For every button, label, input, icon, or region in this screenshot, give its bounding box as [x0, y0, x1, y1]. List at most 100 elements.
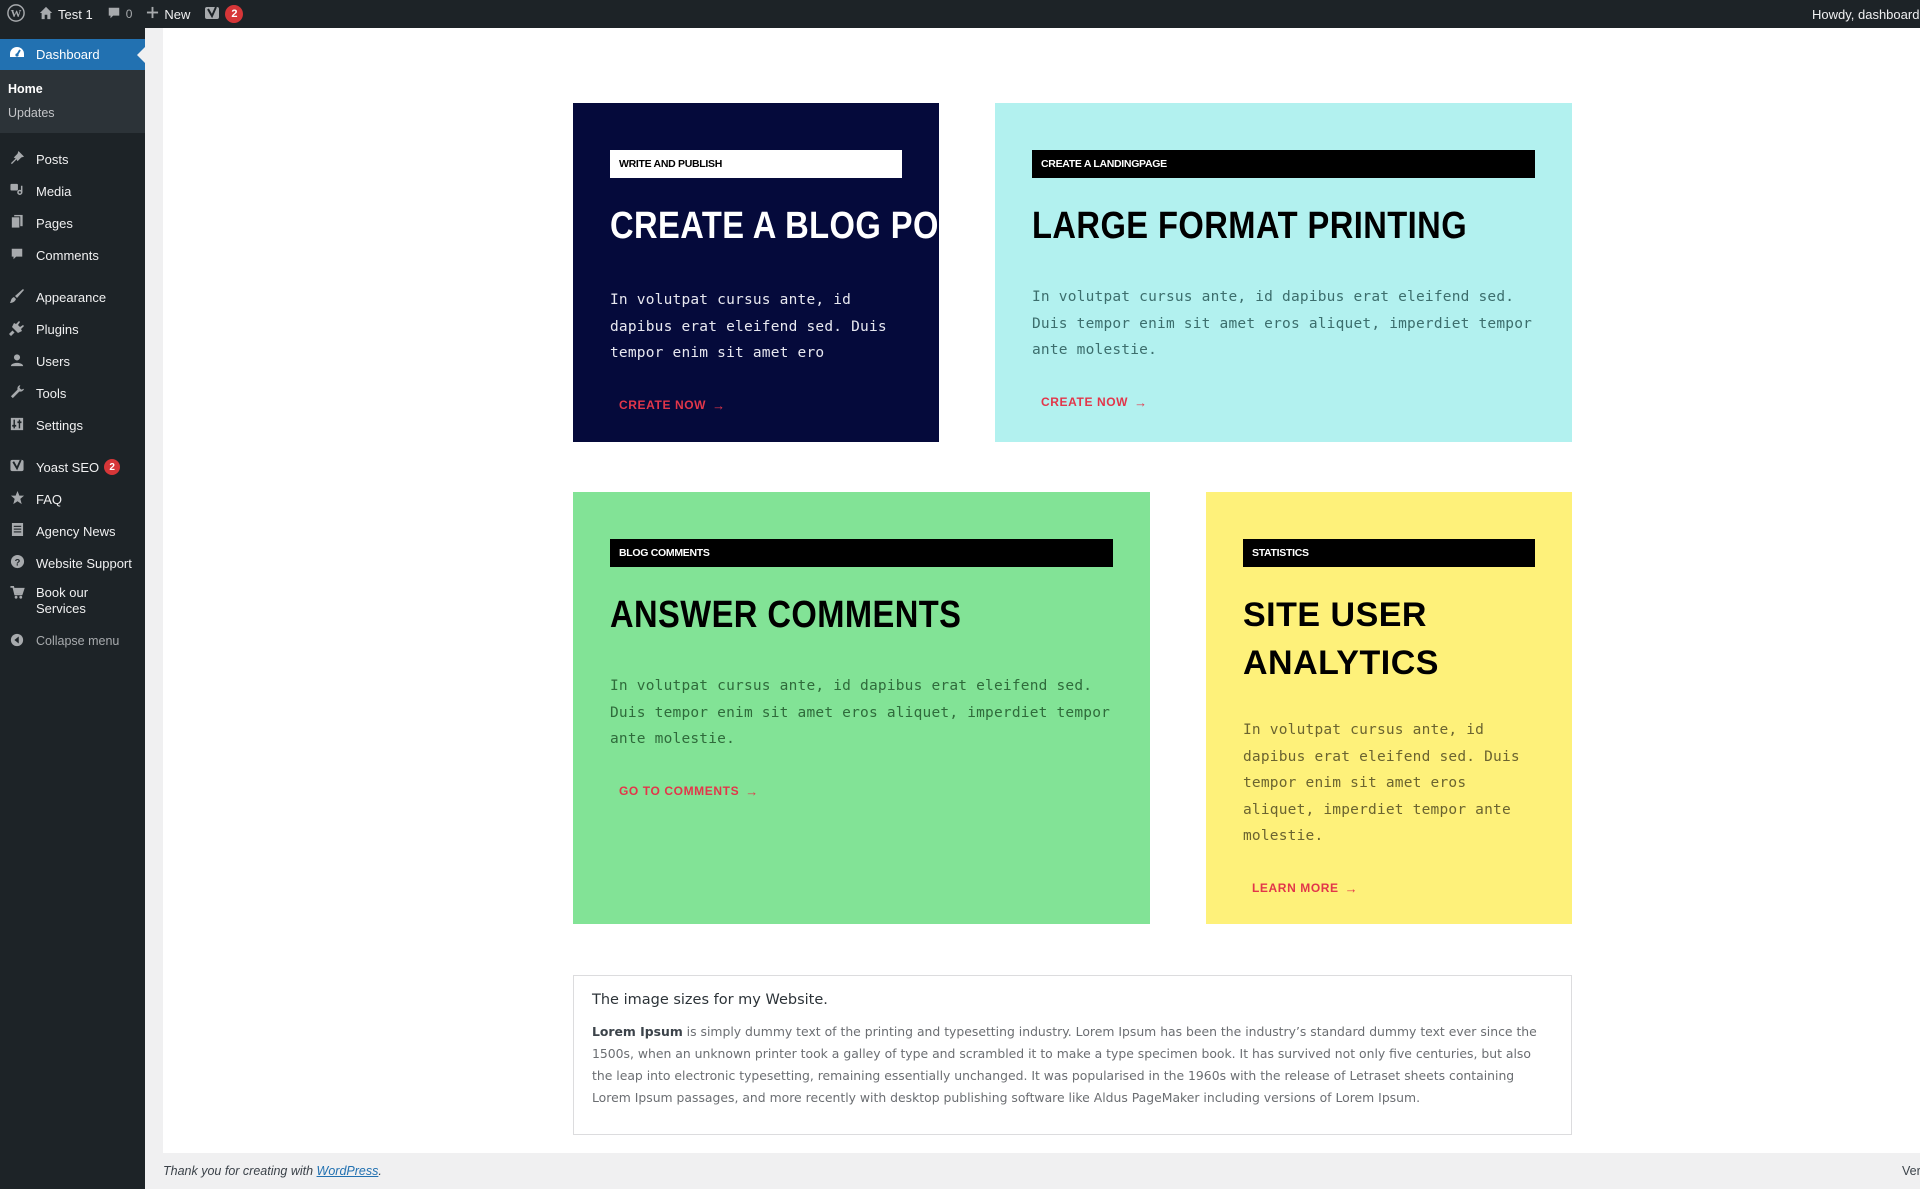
sidebar-item-users[interactable]: Users	[0, 345, 145, 377]
card-description: In volutpat cursus ante, id dapibus erat…	[1243, 722, 1520, 844]
arrow-right-icon: →	[712, 397, 726, 413]
sidebar-item-yoast-seo[interactable]: Yoast SEO 2	[0, 451, 145, 483]
sidebar-item-label: Appearance	[36, 289, 107, 305]
sidebar-item-label: Website Support	[36, 555, 132, 571]
sidebar-item-label: Settings	[36, 417, 83, 433]
sidebar-item-faq[interactable]: FAQ	[0, 483, 145, 515]
sidebar-item-media[interactable]: Media	[0, 175, 145, 207]
pushpin-icon	[8, 150, 26, 168]
settings-icon	[8, 417, 26, 434]
admin-bar: W Test 1 0 New 2 Howdy, dashboard	[0, 0, 1920, 28]
svg-text:W: W	[11, 8, 22, 20]
sidebar-item-agency-news[interactable]: Agency News	[0, 515, 145, 547]
info-box-text: is simply dummy text of the printing and…	[592, 1024, 1537, 1105]
arrow-right-icon: →	[1344, 880, 1359, 896]
site-name: Test 1	[58, 6, 93, 22]
site-name-menu[interactable]: Test 1	[32, 0, 100, 28]
comment-icon	[8, 247, 26, 264]
dashboard-submenu: Home Updates	[0, 70, 145, 133]
card-description: In volutpat cursus ante, id dapibus erat…	[1032, 289, 1533, 358]
sidebar-item-label: FAQ	[36, 491, 63, 507]
cta-label: Go to comments	[619, 784, 740, 798]
yoast-notification-badge: 2	[104, 459, 121, 475]
cta-label: Create now	[1041, 395, 1129, 409]
plus-icon	[146, 6, 159, 22]
footer-thanks-suffix: .	[378, 1164, 382, 1178]
comments-count: 0	[125, 7, 133, 21]
arrow-right-icon: →	[745, 783, 759, 799]
wordpress-logo-icon: W	[7, 3, 25, 25]
arrow-right-icon: →	[1134, 394, 1148, 410]
wp-logo-menu[interactable]: W	[0, 0, 32, 28]
footer-version: Ver	[1902, 1164, 1920, 1178]
sidebar-item-label: Media	[36, 183, 72, 199]
card-description: In volutpat cursus ante, id dapibus erat…	[610, 292, 887, 361]
sidebar-item-dashboard[interactable]: Dashboard	[0, 39, 145, 70]
sidebar-item-website-support[interactable]: ? Website Support	[0, 547, 145, 579]
content-gutter	[145, 28, 163, 1153]
howdy-text: Howdy, dashboard	[1812, 6, 1920, 22]
card-category-label: Statistics	[1243, 539, 1535, 567]
admin-sidebar: Dashboard Home Updates Posts Media Pages…	[0, 28, 145, 1189]
media-icon	[8, 182, 26, 200]
pages-icon	[8, 214, 26, 232]
dashboard-icon	[8, 45, 26, 64]
sidebar-item-appearance[interactable]: Appearance	[0, 281, 145, 313]
home-icon	[39, 6, 53, 23]
yoast-icon	[204, 5, 220, 24]
plugin-icon	[8, 320, 26, 339]
collapse-icon	[8, 633, 26, 650]
yoast-icon	[8, 458, 26, 476]
collapse-menu-label: Collapse menu	[36, 634, 120, 648]
card-title: Large Format Printing	[1032, 205, 1468, 247]
card-create-blog-post: Write and publish Create a Blog Post In …	[573, 103, 982, 442]
info-box-body: Lorem Ipsum is simply dummy text of the …	[592, 1021, 1553, 1109]
card-category-label: Create a Landingpage	[1032, 150, 1535, 178]
comments-menu[interactable]: 0	[100, 0, 140, 28]
card-title: Create a Blog Post	[610, 205, 982, 247]
yoast-notification-badge: 2	[225, 5, 244, 23]
collapse-menu-button[interactable]: Collapse menu	[0, 625, 145, 657]
svg-text:?: ?	[14, 557, 20, 567]
sidebar-item-book-our-services[interactable]: Book our Services	[0, 579, 145, 625]
sidebar-item-settings[interactable]: Settings	[0, 409, 145, 441]
card-title: Site User Analytics	[1243, 596, 1439, 682]
sidebar-item-plugins[interactable]: Plugins	[0, 313, 145, 345]
info-box-title: The image sizes for my Website.	[592, 992, 828, 1008]
cart-icon	[8, 585, 26, 603]
card-site-user-analytics: Statistics Site User Analytics In volutp…	[1206, 492, 1572, 924]
newspaper-icon	[8, 522, 26, 540]
image-sizes-info-box: The image sizes for my Website. Lorem Ip…	[573, 975, 1572, 1135]
create-landingpage-link[interactable]: Create now →	[1041, 395, 1148, 410]
learn-more-link[interactable]: Learn more →	[1252, 881, 1358, 896]
yoast-menu[interactable]: 2	[197, 0, 250, 28]
cta-label: Create now	[619, 398, 707, 412]
wrench-icon	[8, 384, 26, 402]
sidebar-item-tools[interactable]: Tools	[0, 377, 145, 409]
sidebar-item-comments[interactable]: Comments	[0, 239, 145, 271]
card-category-label: Blog comments	[610, 539, 1113, 567]
sidebar-item-label: Agency News	[36, 523, 116, 539]
sidebar-item-posts[interactable]: Posts	[0, 143, 145, 175]
admin-footer: Thank you for creating with WordPress. V…	[163, 1153, 1920, 1189]
new-label: New	[164, 6, 191, 22]
paintbrush-icon	[8, 288, 26, 307]
star-icon	[8, 490, 26, 508]
create-post-link[interactable]: Create now →	[619, 398, 726, 413]
sidebar-item-label: Users	[36, 353, 70, 369]
sidebar-item-label: Book our Services	[36, 585, 89, 616]
go-to-comments-link[interactable]: Go to comments →	[619, 784, 759, 799]
card-large-format-printing: Create a Landingpage Large Format Printi…	[995, 103, 1572, 442]
footer-thanks: Thank you for creating with WordPress.	[163, 1164, 382, 1178]
wordpress-link[interactable]: WordPress	[317, 1164, 379, 1178]
submenu-item-home[interactable]: Home	[0, 77, 145, 101]
sidebar-item-label: Dashboard	[36, 47, 100, 62]
info-box-bold-lead: Lorem Ipsum	[592, 1024, 683, 1039]
my-account-menu[interactable]: Howdy, dashboard	[1805, 0, 1920, 28]
submenu-item-updates[interactable]: Updates	[0, 101, 145, 125]
new-content-menu[interactable]: New	[139, 0, 197, 28]
card-category-label: Write and publish	[610, 150, 902, 178]
card-title: Answer Comments	[610, 594, 962, 636]
sidebar-item-pages[interactable]: Pages	[0, 207, 145, 239]
sidebar-item-label: Pages	[36, 215, 73, 231]
